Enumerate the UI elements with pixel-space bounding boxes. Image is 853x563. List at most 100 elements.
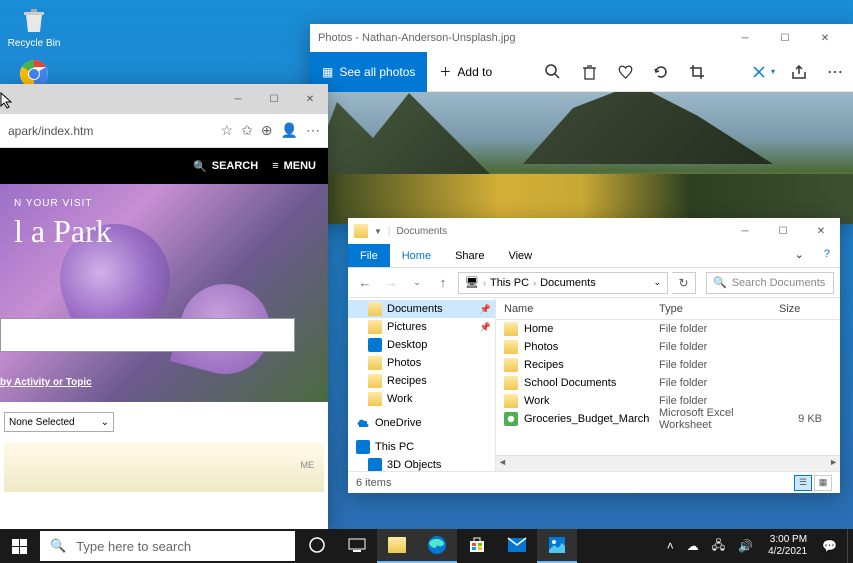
- photos-taskbar[interactable]: [537, 529, 577, 563]
- nav-thispc[interactable]: This PC: [348, 438, 495, 456]
- show-desktop-button[interactable]: [847, 529, 853, 563]
- maximize-button[interactable]: ☐: [764, 218, 802, 244]
- network-tray-icon[interactable]: 🖧: [708, 536, 729, 557]
- file-row[interactable]: HomeFile folder: [496, 320, 840, 338]
- maximize-button[interactable]: ☐: [765, 24, 805, 52]
- tab-home[interactable]: Home: [390, 244, 443, 267]
- hamburger-icon: ≡: [272, 160, 278, 172]
- task-view-button[interactable]: [337, 529, 377, 563]
- qat-dropdown-icon[interactable]: ▼: [374, 227, 382, 236]
- column-type[interactable]: Type: [659, 303, 779, 315]
- state-dropdown[interactable]: ▼: [0, 318, 295, 352]
- crop-button[interactable]: [679, 52, 715, 92]
- site-menu-button[interactable]: ≡MENU: [272, 160, 316, 172]
- up-button[interactable]: ↑: [432, 272, 454, 294]
- nav-pictures[interactable]: Pictures📌: [348, 318, 495, 336]
- delete-button[interactable]: [571, 52, 607, 92]
- store-taskbar[interactable]: [457, 529, 497, 563]
- nav-photos[interactable]: Photos: [348, 354, 495, 372]
- onedrive-icon: [356, 416, 370, 430]
- nav-work[interactable]: Work: [348, 390, 495, 408]
- nav-documents[interactable]: Documents📌: [348, 300, 495, 318]
- collections-icon[interactable]: ⊕: [261, 122, 273, 139]
- folder-icon: [388, 537, 406, 553]
- recycle-bin-shortcut[interactable]: Recycle Bin: [4, 4, 64, 49]
- action-center-button[interactable]: 💬: [818, 539, 841, 553]
- zoom-button[interactable]: [535, 52, 571, 92]
- tab-share[interactable]: Share: [443, 244, 496, 267]
- onedrive-tray-icon[interactable]: ☁: [683, 539, 703, 553]
- nav-onedrive[interactable]: OneDrive: [348, 414, 495, 432]
- add-to-button[interactable]: ＋ Add to: [427, 63, 504, 80]
- forward-button[interactable]: →: [380, 272, 402, 294]
- mail-taskbar[interactable]: [497, 529, 537, 563]
- menu-icon[interactable]: ⋯: [306, 122, 320, 139]
- store-icon: [468, 536, 486, 554]
- photos-title-text: Photos - Nathan-Anderson-Unsplash.jpg: [318, 32, 516, 44]
- file-row[interactable]: School DocumentsFile folder: [496, 374, 840, 392]
- ribbon-expand-button[interactable]: ⌄: [785, 244, 814, 267]
- horizontal-scrollbar[interactable]: [496, 455, 840, 471]
- photo-viewport[interactable]: [310, 92, 853, 224]
- close-button[interactable]: ✕: [292, 84, 328, 114]
- recycle-bin-label: Recycle Bin: [8, 38, 61, 49]
- star-outline-icon[interactable]: ☆: [221, 122, 234, 139]
- hero-title: l a Park: [14, 213, 314, 250]
- browser-titlebar[interactable]: ─ ☐ ✕: [0, 84, 328, 114]
- activity-link[interactable]: by Activity or Topic: [0, 377, 92, 388]
- recent-dropdown[interactable]: ⌄: [406, 272, 428, 294]
- file-explorer-taskbar[interactable]: [377, 529, 417, 563]
- file-row[interactable]: Groceries_Budget_MarchMicrosoft Excel Wo…: [496, 410, 840, 428]
- explorer-titlebar[interactable]: ▼ | Documents ─ ☐ ✕: [348, 218, 840, 244]
- minimize-button[interactable]: ─: [725, 24, 765, 52]
- profile-icon[interactable]: 👤: [281, 122, 298, 139]
- filter-dropdown[interactable]: None Selected ⌄: [4, 412, 114, 432]
- ellipsis-icon: ⋯: [827, 62, 843, 82]
- volume-tray-icon[interactable]: 🔊: [734, 539, 757, 553]
- search-input[interactable]: 🔍 Search Documents: [706, 272, 834, 294]
- nav-recipes[interactable]: Recipes: [348, 372, 495, 390]
- close-button[interactable]: ✕: [802, 218, 840, 244]
- map-preview[interactable]: [4, 442, 324, 492]
- details-view-button[interactable]: ☰: [794, 475, 812, 491]
- favorites-icon[interactable]: ✩: [241, 122, 253, 139]
- windows-logo-icon: [12, 539, 27, 554]
- status-bar: 6 items ☰ ▦: [348, 471, 840, 493]
- nav-desktop[interactable]: Desktop: [348, 336, 495, 354]
- folder-icon: [504, 340, 518, 354]
- tray-overflow-button[interactable]: ˄: [663, 539, 678, 553]
- minimize-button[interactable]: ─: [220, 84, 256, 114]
- maximize-button[interactable]: ☐: [256, 84, 292, 114]
- site-search-button[interactable]: 🔍SEARCH: [193, 160, 258, 173]
- chevron-down-icon[interactable]: ⌄: [653, 277, 661, 288]
- pc-icon: 🖥: [465, 276, 479, 289]
- nav-3dobjects[interactable]: 3D Objects: [348, 456, 495, 471]
- column-size[interactable]: Size: [779, 303, 840, 315]
- favorite-button[interactable]: [607, 52, 643, 92]
- file-row[interactable]: PhotosFile folder: [496, 338, 840, 356]
- edit-button[interactable]: ▾: [745, 52, 781, 92]
- column-name[interactable]: Name: [504, 303, 659, 315]
- tab-file[interactable]: File: [348, 244, 390, 267]
- url-input[interactable]: [8, 124, 213, 138]
- tab-view[interactable]: View: [496, 244, 544, 267]
- close-button[interactable]: ✕: [805, 24, 845, 52]
- share-button[interactable]: [781, 52, 817, 92]
- start-button[interactable]: [0, 529, 38, 563]
- ribbon: File Home Share View ⌄ ?: [348, 244, 840, 268]
- back-button[interactable]: ←: [354, 272, 376, 294]
- ribbon-help-button[interactable]: ?: [814, 244, 840, 267]
- file-row[interactable]: RecipesFile folder: [496, 356, 840, 374]
- breadcrumb[interactable]: 🖥 › This PC › Documents ⌄: [458, 272, 668, 294]
- cortana-button[interactable]: [297, 529, 337, 563]
- more-button[interactable]: ⋯: [817, 52, 853, 92]
- edge-taskbar[interactable]: [417, 529, 457, 563]
- taskbar-search[interactable]: 🔍 Type here to search: [40, 531, 295, 561]
- photos-titlebar[interactable]: Photos - Nathan-Anderson-Unsplash.jpg ─ …: [310, 24, 853, 52]
- rotate-button[interactable]: [643, 52, 679, 92]
- minimize-button[interactable]: ─: [726, 218, 764, 244]
- heart-icon: [617, 64, 634, 80]
- refresh-button[interactable]: ↻: [672, 272, 696, 294]
- icons-view-button[interactable]: ▦: [814, 475, 832, 491]
- clock[interactable]: 3:00 PM 4/2/2021: [762, 534, 813, 558]
